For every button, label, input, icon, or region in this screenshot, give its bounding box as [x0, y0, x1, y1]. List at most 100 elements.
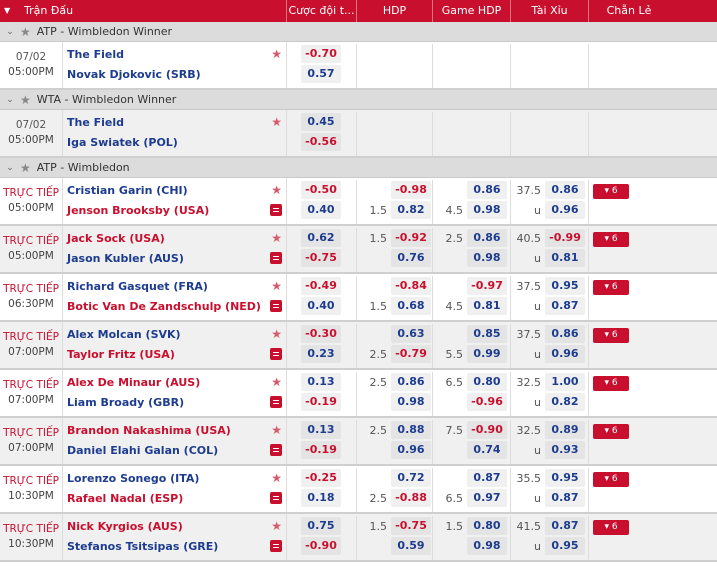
away-team-name[interactable]: Novak Djokovic (SRB) — [67, 68, 201, 81]
away-team-name[interactable]: Botic Van De Zandschulp (NED) — [67, 300, 261, 313]
moneyline-odds[interactable]: 0.45 — [301, 113, 341, 131]
odds-value[interactable]: -0.84 — [391, 277, 431, 295]
header-over-under[interactable]: Tài Xỉu — [511, 0, 589, 22]
star-icon[interactable]: ★ — [20, 93, 31, 107]
home-team-name[interactable]: Alex Molcan (SVK) — [67, 328, 181, 341]
header-hdp[interactable]: HDP — [357, 0, 433, 22]
odds-value[interactable]: 0.86 — [467, 229, 507, 247]
home-team-name[interactable]: Jack Sock (USA) — [67, 232, 165, 245]
odds-value[interactable]: -0.90 — [467, 421, 507, 439]
away-team-name[interactable]: Jason Kubler (AUS) — [67, 252, 184, 265]
more-markets-button[interactable]: ▾ 6 — [593, 520, 629, 535]
chevron-down-icon[interactable]: ⌄ — [0, 27, 20, 37]
odds-value[interactable]: -0.98 — [391, 181, 431, 199]
moneyline-odds[interactable]: -0.25 — [301, 469, 341, 487]
odds-value[interactable]: 0.76 — [391, 249, 431, 267]
moneyline-odds[interactable]: -0.50 — [301, 181, 341, 199]
odds-value[interactable]: 0.68 — [391, 297, 431, 315]
odds-value[interactable]: 0.96 — [391, 441, 431, 459]
odds-value[interactable]: 0.98 — [391, 393, 431, 411]
odds-value[interactable]: 0.95 — [545, 277, 585, 295]
more-markets-button[interactable]: ▾ 6 — [593, 184, 629, 199]
odds-value[interactable]: 1.00 — [545, 373, 585, 391]
odds-value[interactable]: 0.86 — [391, 373, 431, 391]
header-moneyline[interactable]: Cược đội t... — [287, 0, 357, 22]
moneyline-odds[interactable]: 0.40 — [301, 201, 341, 219]
league-header[interactable]: ⌄ ★ ATP - Wimbledon — [0, 158, 717, 178]
odds-value[interactable]: 0.98 — [467, 537, 507, 555]
odds-value[interactable]: 0.87 — [545, 517, 585, 535]
odds-value[interactable]: 0.97 — [467, 489, 507, 507]
chevron-down-icon[interactable]: ⌄ — [0, 163, 20, 173]
home-team-name[interactable]: Lorenzo Sonego (ITA) — [67, 472, 199, 485]
moneyline-odds[interactable]: 0.75 — [301, 517, 341, 535]
odds-value[interactable]: 0.81 — [467, 297, 507, 315]
odds-value[interactable]: 0.88 — [391, 421, 431, 439]
favorite-star-icon[interactable]: ★ — [271, 375, 282, 389]
odds-value[interactable]: 0.93 — [545, 441, 585, 459]
moneyline-odds[interactable]: 0.23 — [301, 345, 341, 363]
odds-value[interactable]: 0.98 — [467, 201, 507, 219]
home-team-name[interactable]: Nick Kyrgios (AUS) — [67, 520, 183, 533]
home-team-name[interactable]: Brandon Nakashima (USA) — [67, 424, 231, 437]
odds-value[interactable]: -0.92 — [391, 229, 431, 247]
odds-value[interactable]: 0.85 — [467, 325, 507, 343]
away-team-name[interactable]: Taylor Fritz (USA) — [67, 348, 175, 361]
league-header[interactable]: ⌄ ★ WTA - Wimbledon Winner — [0, 90, 717, 110]
odds-value[interactable]: 0.95 — [545, 537, 585, 555]
odds-value[interactable]: -0.88 — [391, 489, 431, 507]
odds-value[interactable]: 0.86 — [467, 181, 507, 199]
moneyline-odds[interactable]: -0.90 — [301, 537, 341, 555]
home-team-name[interactable]: The Field — [67, 116, 124, 129]
odds-value[interactable]: -0.79 — [391, 345, 431, 363]
live-stats-icon[interactable] — [270, 348, 282, 360]
live-stats-icon[interactable] — [270, 444, 282, 456]
live-stats-icon[interactable] — [270, 300, 282, 312]
favorite-star-icon[interactable]: ★ — [271, 47, 282, 61]
home-team-name[interactable]: Alex De Minaur (AUS) — [67, 376, 200, 389]
odds-value[interactable]: 0.87 — [545, 489, 585, 507]
odds-value[interactable]: 0.81 — [545, 249, 585, 267]
odds-value[interactable]: 0.63 — [391, 325, 431, 343]
odds-value[interactable]: -0.96 — [467, 393, 507, 411]
more-markets-button[interactable]: ▾ 6 — [593, 472, 629, 487]
odds-value[interactable]: 0.95 — [545, 469, 585, 487]
more-markets-button[interactable]: ▾ 6 — [593, 280, 629, 295]
moneyline-odds[interactable]: -0.30 — [301, 325, 341, 343]
odds-value[interactable]: 0.86 — [545, 181, 585, 199]
away-team-name[interactable]: Rafael Nadal (ESP) — [67, 492, 183, 505]
live-stats-icon[interactable] — [270, 204, 282, 216]
odds-value[interactable]: -0.99 — [545, 229, 585, 247]
moneyline-odds[interactable]: -0.75 — [301, 249, 341, 267]
odds-value[interactable]: 0.80 — [467, 517, 507, 535]
more-markets-button[interactable]: ▾ 6 — [593, 424, 629, 439]
odds-value[interactable]: 0.80 — [467, 373, 507, 391]
more-markets-button[interactable]: ▾ 6 — [593, 328, 629, 343]
moneyline-odds[interactable]: -0.19 — [301, 393, 341, 411]
favorite-star-icon[interactable]: ★ — [271, 327, 282, 341]
away-team-name[interactable]: Iga Swiatek (POL) — [67, 136, 178, 149]
chevron-down-icon[interactable]: ⌄ — [0, 95, 20, 105]
favorite-star-icon[interactable]: ★ — [271, 423, 282, 437]
odds-value[interactable]: 0.72 — [391, 469, 431, 487]
moneyline-odds[interactable]: -0.56 — [301, 133, 341, 151]
moneyline-odds[interactable]: 0.62 — [301, 229, 341, 247]
moneyline-odds[interactable]: 0.57 — [301, 65, 341, 83]
league-header[interactable]: ⌄ ★ ATP - Wimbledon Winner — [0, 22, 717, 42]
odds-value[interactable]: 0.96 — [545, 201, 585, 219]
odds-value[interactable]: 0.74 — [467, 441, 507, 459]
more-markets-button[interactable]: ▾ 6 — [593, 232, 629, 247]
header-match[interactable]: ▼ Trận Đấu — [0, 0, 287, 22]
moneyline-odds[interactable]: 0.13 — [301, 421, 341, 439]
favorite-star-icon[interactable]: ★ — [271, 231, 282, 245]
odds-value[interactable]: 0.86 — [545, 325, 585, 343]
home-team-name[interactable]: The Field — [67, 48, 124, 61]
odds-value[interactable]: 0.98 — [467, 249, 507, 267]
favorite-star-icon[interactable]: ★ — [271, 279, 282, 293]
odds-value[interactable]: 0.87 — [467, 469, 507, 487]
odds-value[interactable]: 0.89 — [545, 421, 585, 439]
odds-value[interactable]: 0.82 — [545, 393, 585, 411]
favorite-star-icon[interactable]: ★ — [271, 519, 282, 533]
odds-value[interactable]: 0.96 — [545, 345, 585, 363]
live-stats-icon[interactable] — [270, 540, 282, 552]
